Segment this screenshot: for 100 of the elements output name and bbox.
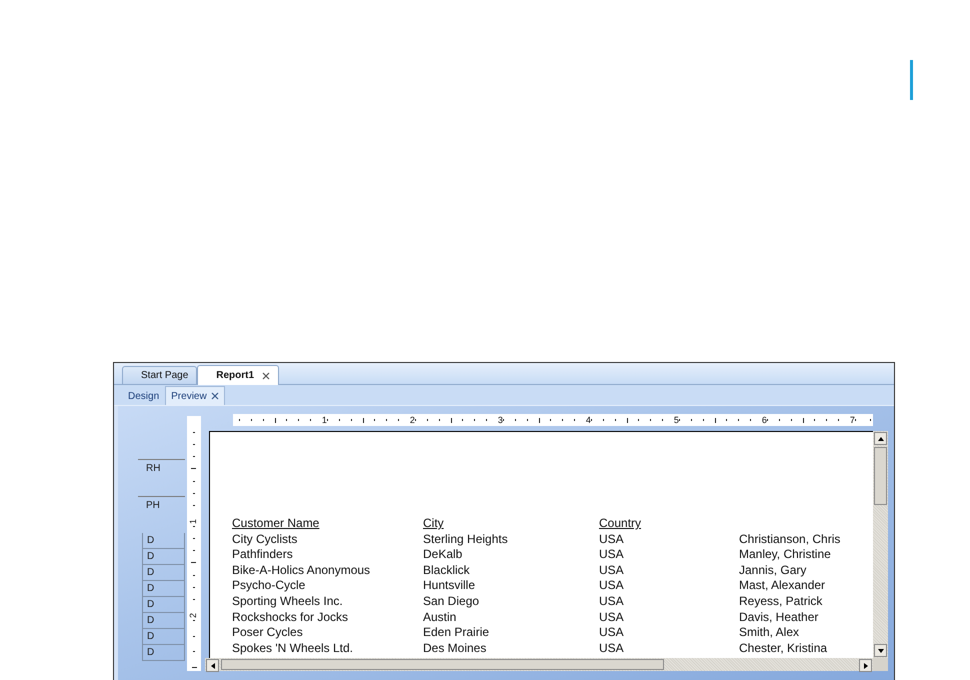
ruler-tick: [192, 598, 195, 600]
document-tab[interactable]: Report1: [197, 365, 280, 385]
ruler-tick: [738, 419, 740, 421]
triangle-icon: [208, 662, 216, 670]
ruler-tick: [838, 419, 840, 421]
ruler-tick: [192, 538, 195, 540]
report-cell-text: Pathfinders: [232, 547, 294, 563]
report-cell-text: Davis, Heather: [739, 610, 820, 626]
ruler-tick: [398, 419, 400, 421]
ruler-number: 1: [322, 416, 327, 424]
ruler-tick: [767, 419, 768, 421]
report-cell-text: USA: [599, 640, 625, 656]
report-cell-text: USA: [599, 610, 625, 626]
section-label: RH: [138, 459, 185, 496]
ruler-number: 4: [586, 416, 591, 424]
ruler-tick: [714, 418, 716, 422]
close-icon[interactable]: [210, 392, 219, 400]
ruler-number: 3: [498, 416, 503, 424]
report-cell-text: Huntsville: [423, 578, 476, 594]
section-label: D: [142, 549, 185, 565]
scroll-up-button[interactable]: [874, 432, 887, 445]
ruler-tick: [239, 419, 240, 421]
column-header: Customer Name: [232, 516, 320, 532]
ruler-tick: [514, 419, 516, 421]
ruler-number: 6: [762, 416, 767, 424]
accent-bar: [910, 60, 913, 100]
section-label: D: [142, 533, 185, 549]
ruler-tick: [250, 419, 252, 421]
ruler-tick: [338, 419, 340, 421]
ruler-tick: [327, 419, 328, 421]
ruler-tick: [574, 419, 576, 421]
report-cell-text: USA: [599, 578, 625, 594]
scrollbar-corner: [873, 658, 888, 671]
ruler-tick: [193, 620, 195, 621]
ruler-tick: [426, 419, 428, 421]
ruler-tick: [650, 419, 652, 421]
report-cell-text: Christianson, Chris: [739, 532, 842, 548]
ruler-tick: [192, 444, 195, 446]
ruler-tick: [538, 418, 540, 422]
report-cell-text: Chester, Kristina: [739, 640, 828, 656]
scroll-right-button[interactable]: [859, 659, 872, 672]
ruler-tick: [191, 468, 196, 470]
ruler-tick: [602, 419, 604, 421]
ruler-number: 2: [190, 612, 198, 618]
ruler-tick: [193, 651, 195, 652]
ruler-tick: [474, 419, 476, 421]
report-cell-text: San Diego: [423, 594, 480, 610]
report-cell-text: Rockshocks for Jocks: [232, 610, 350, 626]
ruler-tick: [192, 504, 195, 506]
report-cell-text: Psycho-Cycle: [232, 578, 306, 594]
ruler-tick: [690, 419, 692, 421]
ruler-tick: [362, 418, 364, 422]
report-cell-text: Des Moines: [423, 640, 488, 656]
column-header: Country: [599, 516, 642, 532]
ruler-tick: [192, 526, 195, 527]
ruler-tick: [310, 419, 312, 421]
view-tab[interactable]: Preview: [165, 386, 225, 405]
report-cell-text: USA: [599, 625, 625, 641]
close-icon[interactable]: [262, 372, 270, 380]
report-cell-text: City Cyclists: [232, 532, 298, 548]
ruler-tick: [274, 418, 276, 422]
scroll-thumb[interactable]: [874, 447, 887, 505]
report-cell-text: Eden Prairie: [423, 625, 490, 641]
report-cell-text: Sporting Wheels Inc.: [232, 594, 344, 610]
ruler-tick: [386, 419, 388, 421]
ruler-tick: [826, 419, 828, 421]
ruler-tick: [626, 418, 628, 422]
report-cell-text: USA: [599, 532, 625, 548]
report-cell-text: Mast, Alexander: [739, 578, 826, 594]
section-label: D: [142, 645, 185, 661]
report-cell-text: Poser Cycles: [232, 625, 304, 641]
scroll-down-button[interactable]: [874, 644, 887, 657]
ruler-tick: [192, 432, 195, 433]
report-cell-text: DeKalb: [423, 547, 464, 563]
document-tab[interactable]: Start Page: [122, 366, 198, 384]
report-cell-text: USA: [599, 547, 625, 563]
vertical-scrollbar[interactable]: [873, 431, 888, 658]
ruler-number: 2: [410, 416, 415, 424]
section-label: D: [142, 581, 185, 597]
horizontal-scrollbar[interactable]: [205, 658, 873, 671]
report-cell-text: Bike-A-Holics Anonymous: [232, 562, 372, 578]
ruler-tick: [192, 666, 196, 668]
ruler-tick: [662, 419, 664, 421]
ruler-tick: [191, 562, 196, 564]
report-cell-text: USA: [599, 594, 625, 610]
triangle-icon: [876, 434, 884, 442]
report-cell-text: Austin: [423, 610, 458, 626]
scroll-thumb[interactable]: [221, 659, 664, 670]
scroll-left-button[interactable]: [206, 659, 219, 672]
ruler-tick: [591, 419, 592, 421]
report-cell-text: Reyess, Patrick: [739, 594, 824, 610]
section-label: D: [142, 629, 185, 645]
view-tab[interactable]: Design: [122, 386, 166, 405]
section-label: D: [142, 613, 185, 629]
report-cell-text: Spokes 'N Wheels Ltd.: [232, 640, 354, 656]
ruler-tick: [802, 418, 804, 422]
ruler-number: 7: [850, 416, 855, 424]
report-cell-text: Manley, Christine: [739, 547, 832, 563]
section-label: PH: [138, 496, 185, 533]
section-label: D: [142, 597, 185, 613]
